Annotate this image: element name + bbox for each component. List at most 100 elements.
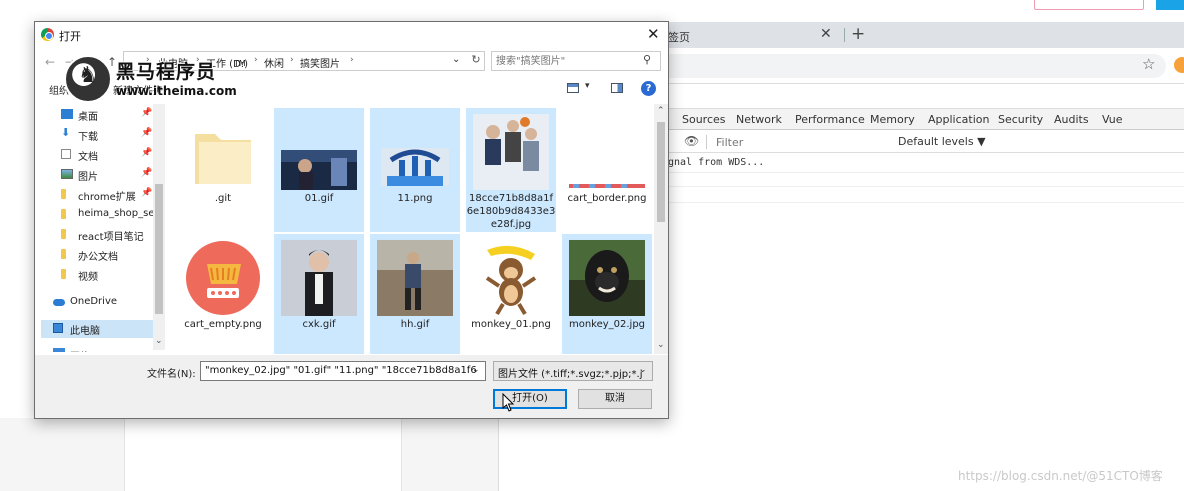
file-item[interactable]: 11.png: [370, 108, 460, 232]
chevron-down-icon[interactable]: ⌄: [657, 340, 665, 350]
nav-item-chrome-ext[interactable]: chrome扩展 📌: [61, 186, 165, 204]
devtools-tab-bar: Sources Network Performance Memory Appli…: [668, 108, 1184, 130]
nav-item-label: react项目笔记: [78, 232, 144, 243]
close-icon[interactable]: ✕: [647, 25, 660, 43]
dialog-titlebar[interactable]: 打开 ✕: [35, 22, 668, 48]
devtools-tab-application[interactable]: Application: [928, 113, 989, 126]
onedrive-icon: [53, 299, 65, 306]
nav-item-heima-shop[interactable]: heima_shop_se: [61, 206, 165, 224]
file-item[interactable]: 01.gif: [274, 108, 364, 232]
browser-tab-bar: 签页 ✕ +: [668, 22, 1184, 48]
cancel-button[interactable]: 取消: [578, 389, 652, 409]
file-name: 01.gif: [304, 193, 334, 204]
devtools-tab-vue[interactable]: Vue: [1102, 113, 1123, 126]
chevron-down-icon[interactable]: ▾: [585, 81, 590, 91]
logo-trademark: TM: [234, 59, 246, 68]
file-item[interactable]: cart_border.png: [562, 108, 652, 232]
view-options-icon[interactable]: [567, 83, 579, 93]
logo-url: www.itheima.com: [116, 84, 237, 98]
nav-item-network[interactable]: 网络: [53, 342, 157, 352]
chevron-down-icon[interactable]: ⌄: [155, 336, 163, 346]
refresh-icon[interactable]: ↻: [468, 53, 484, 69]
scrollbar-thumb[interactable]: [657, 122, 665, 222]
watermark: https://blog.csdn.net/@51CTO博客: [958, 469, 1163, 483]
monkey-thumbnail: [473, 240, 549, 316]
pin-icon[interactable]: 📌: [141, 188, 152, 198]
eye-icon[interactable]: 👁: [684, 134, 699, 148]
devtools-tab-network[interactable]: Network: [736, 113, 782, 126]
browser-tab[interactable]: 签页 ✕: [668, 22, 846, 48]
nav-item-office-docs[interactable]: 办公文档: [61, 246, 165, 264]
nav-item-label: chrome扩展: [78, 192, 136, 203]
file-name: .git: [214, 193, 232, 204]
devtools-tab-security[interactable]: Security: [998, 113, 1043, 126]
download-icon: ⬇: [61, 126, 71, 139]
nav-item-desktop[interactable]: 桌面 📌: [61, 106, 165, 124]
help-icon[interactable]: ?: [641, 81, 656, 96]
file-type-select[interactable]: 图片文件 (*.tiff;*.svgz;*.pjp;*.j: [493, 361, 653, 381]
mouse-cursor-icon: [502, 393, 515, 412]
file-name-input[interactable]: "monkey_02.jpg" "01.gif" "11.png" "18cce…: [200, 361, 486, 381]
search-icon[interactable]: ⚲: [643, 53, 651, 66]
background-content-panel: [124, 418, 402, 491]
file-name: monkey_02.jpg: [568, 319, 646, 330]
network-icon: [53, 348, 65, 352]
file-name: 11.png: [397, 193, 433, 204]
file-name: monkey_01.png: [471, 319, 551, 330]
nav-item-this-pc[interactable]: 此电脑: [41, 320, 153, 338]
nav-item-label: 此电脑: [70, 326, 100, 337]
log-levels-dropdown[interactable]: Default levels ▼: [898, 135, 986, 148]
extension-icon[interactable]: [1174, 57, 1184, 73]
pin-icon[interactable]: 📌: [141, 108, 152, 118]
chevron-down-icon[interactable]: ⌄: [472, 365, 480, 375]
background-page-top: [0, 0, 1184, 22]
file-item[interactable]: cart_empty.png: [178, 234, 268, 354]
pin-icon[interactable]: 📌: [141, 128, 152, 138]
close-tab-icon[interactable]: ✕: [820, 26, 832, 42]
file-item[interactable]: monkey_01.png: [466, 234, 556, 354]
breadcrumb-item[interactable]: 休闲: [264, 55, 284, 70]
devtools-tab-sources[interactable]: Sources: [682, 113, 726, 126]
nav-item-label: 图片: [78, 172, 98, 183]
nav-item-videos[interactable]: 视频: [61, 266, 165, 284]
devtools-tab-memory[interactable]: Memory: [870, 113, 915, 126]
search-input[interactable]: [491, 51, 661, 71]
console-filter-input[interactable]: [710, 133, 890, 151]
devtools-tab-audits[interactable]: Audits: [1054, 113, 1089, 126]
console-filter-bar: 👁 Default levels ▼: [668, 131, 1184, 153]
chevron-down-icon[interactable]: ⌄: [452, 54, 460, 65]
new-tab-icon[interactable]: +: [851, 24, 865, 44]
document-icon: [61, 149, 71, 159]
chevron-down-icon[interactable]: ⌄: [639, 365, 647, 375]
nav-item-pictures[interactable]: 图片 📌: [61, 166, 165, 184]
preview-pane-icon[interactable]: [611, 83, 623, 93]
nav-item-downloads[interactable]: ⬇ 下载 📌: [61, 126, 165, 144]
scrollbar-thumb[interactable]: [155, 184, 163, 314]
file-item[interactable]: .git: [178, 108, 268, 232]
photo-thumbnail: [281, 114, 357, 190]
back-arrow-icon[interactable]: ←: [45, 55, 55, 69]
file-item[interactable]: monkey_02.jpg: [562, 234, 652, 354]
photo-thumbnail: [377, 240, 453, 316]
file-item[interactable]: hh.gif: [370, 234, 460, 354]
background-outline-button[interactable]: [1034, 0, 1144, 10]
nav-scrollbar[interactable]: ⌄: [153, 104, 165, 350]
nav-item-onedrive[interactable]: OneDrive: [53, 294, 153, 312]
file-item[interactable]: cxk.gif: [274, 234, 364, 354]
address-bar[interactable]: [668, 54, 1166, 78]
nav-item-documents[interactable]: 文档 📌: [61, 146, 165, 164]
folder-icon: [185, 114, 261, 190]
file-name-label: 文件名(N):: [147, 369, 196, 380]
pin-icon[interactable]: 📌: [141, 148, 152, 158]
pin-icon[interactable]: 📌: [141, 168, 152, 178]
devtools-tab-performance[interactable]: Performance: [795, 113, 865, 126]
file-list-scrollbar[interactable]: ⌃ ⌄: [654, 104, 668, 354]
bookmark-star-icon[interactable]: ☆: [1142, 55, 1155, 73]
background-primary-button[interactable]: [1156, 0, 1184, 10]
chevron-up-icon[interactable]: ⌃: [657, 106, 665, 116]
image-thumbnail: [569, 114, 645, 190]
nav-item-react-notes[interactable]: react项目笔记: [61, 226, 165, 244]
desktop-icon: [61, 109, 73, 119]
file-item[interactable]: 18cce71b8d8a1f6e180b9d8433e3e28f.jpg: [466, 108, 556, 232]
breadcrumb-item[interactable]: 搞笑图片: [300, 55, 340, 70]
